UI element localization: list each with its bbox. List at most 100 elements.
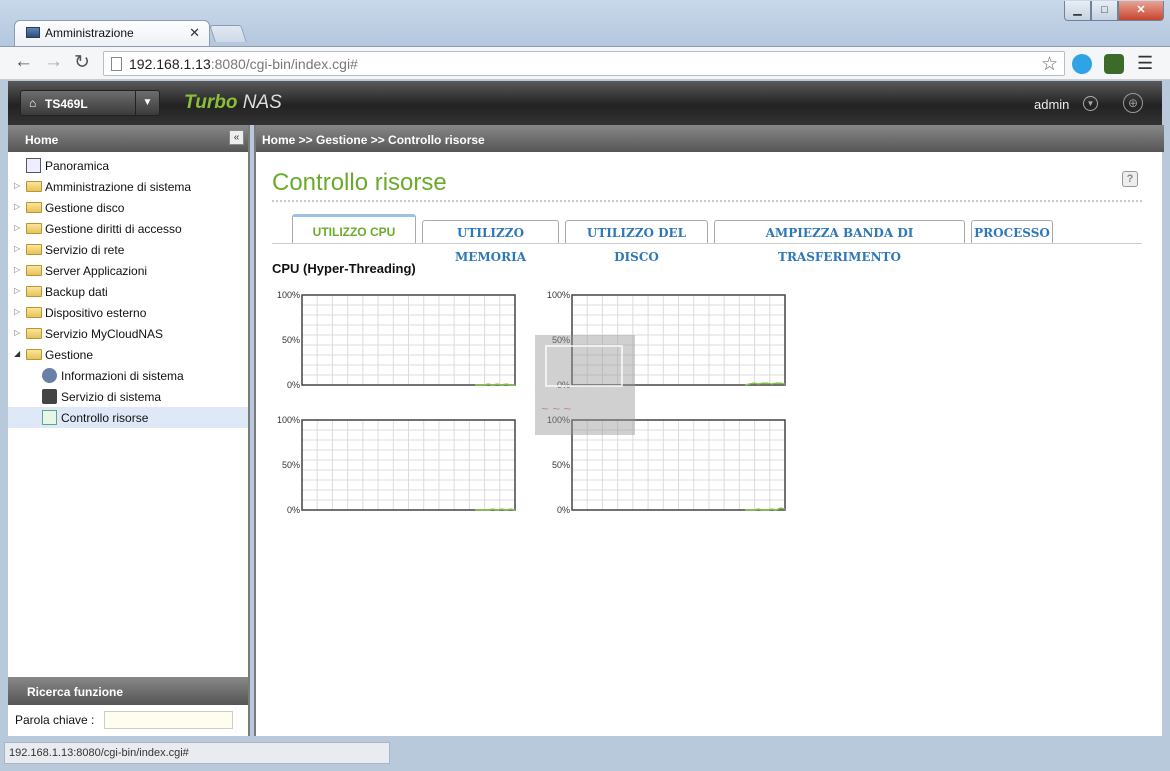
user-name[interactable]: admin xyxy=(1034,97,1069,112)
sidebar-item-informazioni-sistema[interactable]: Informazioni di sistema xyxy=(8,365,248,386)
collapse-sidebar-icon[interactable]: « xyxy=(229,130,244,145)
sidebar-item-servizio-rete[interactable]: ▷ Servizio di rete xyxy=(8,239,248,260)
folder-icon xyxy=(26,223,42,234)
browser-titlebar: Amministrazione ✕ ▁ □ ✕ xyxy=(0,0,1170,46)
forward-icon[interactable]: → xyxy=(44,51,63,73)
status-url: 192.168.1.13:8080/cgi-bin/index.cgi# xyxy=(4,742,390,764)
sidebar-item-panoramica[interactable]: Panoramica xyxy=(8,155,248,176)
y-tick-label: 0% xyxy=(557,505,570,515)
expand-arrow-icon[interactable]: ▷ xyxy=(14,265,20,274)
expand-arrow-icon[interactable]: ▷ xyxy=(14,307,20,316)
cpu-chart-3: 100% 50% 0% xyxy=(272,415,532,515)
folder-icon xyxy=(26,202,42,213)
maximize-button[interactable]: □ xyxy=(1091,1,1118,21)
cpu-usage-line xyxy=(475,383,515,386)
keyword-label: Parola chiave : xyxy=(15,713,95,727)
sidebar-item-label: Backup dati xyxy=(45,285,108,299)
sidebar-item-amministrazione[interactable]: ▷ Amministrazione di sistema xyxy=(8,176,248,197)
system-service-icon xyxy=(42,389,57,404)
back-icon[interactable]: ← xyxy=(14,51,33,73)
sidebar-item-gestione[interactable]: ◢ Gestione xyxy=(8,344,248,365)
sidebar-item-backup-dati[interactable]: ▷ Backup dati xyxy=(8,281,248,302)
address-bar[interactable]: 192.168.1.13:8080/cgi-bin/index.cgi# ☆ xyxy=(103,51,1065,76)
section-title: CPU (Hyper-Threading) xyxy=(272,261,416,276)
skype-extension-icon[interactable] xyxy=(1072,54,1092,74)
y-tick-label: 50% xyxy=(552,460,570,470)
system-info-icon xyxy=(42,368,57,383)
close-tab-icon[interactable]: ✕ xyxy=(189,25,200,41)
url-host: 192.168.1.13 xyxy=(129,56,211,72)
sidebar-item-label: Gestione diritti di accesso xyxy=(45,222,182,236)
expand-arrow-icon[interactable]: ▷ xyxy=(14,244,20,253)
page-title: Controllo risorse xyxy=(272,169,447,196)
language-globe-icon[interactable]: ⊕ xyxy=(1123,93,1143,113)
brand-nas: NAS xyxy=(237,92,282,113)
sidebar-item-server-applicazioni[interactable]: ▷ Server Applicazioni xyxy=(8,260,248,281)
collapse-arrow-icon[interactable]: ◢ xyxy=(14,349,20,358)
sidebar-item-label: Servizio di sistema xyxy=(61,390,162,404)
title-divider xyxy=(272,200,1142,202)
sidebar-item-label: Servizio di rete xyxy=(45,243,125,257)
brand-turbo: Turbo xyxy=(184,92,238,113)
y-tick-label: 100% xyxy=(277,290,300,300)
expand-arrow-icon[interactable]: ▷ xyxy=(14,181,20,190)
help-icon[interactable]: ? xyxy=(1122,171,1138,187)
sidebar-item-mycloudnas[interactable]: ▷ Servizio MyCloudNAS xyxy=(8,323,248,344)
app-header: ⌂ TS469L ▼ Turbo NAS admin ▼ ⊕ xyxy=(0,81,1170,125)
watermark-mark: ~ ~ ~ xyxy=(541,401,571,416)
menu-icon[interactable]: ☰ xyxy=(1137,53,1153,74)
url-text: 192.168.1.13:8080/cgi-bin/index.cgi# xyxy=(129,56,358,72)
folder-open-icon xyxy=(26,349,42,360)
new-tab-button[interactable] xyxy=(209,25,247,42)
folder-icon xyxy=(26,307,42,318)
expand-arrow-icon[interactable]: ▷ xyxy=(14,223,20,232)
folder-icon xyxy=(26,244,42,255)
brand-logo: Turbo NAS xyxy=(184,92,282,114)
sidebar-item-controllo-risorse[interactable]: Controllo risorse xyxy=(8,407,248,428)
sidebar-title-text: Home xyxy=(25,133,59,147)
sidebar-item-label: Amministrazione di sistema xyxy=(45,180,192,194)
sidebar-item-label: Gestione disco xyxy=(45,201,125,215)
function-search-title-text: Ricerca funzione xyxy=(27,685,124,699)
tab-process[interactable]: PROCESSO xyxy=(971,220,1053,244)
tabs-baseline xyxy=(272,243,1142,244)
keyword-input[interactable] xyxy=(104,711,233,729)
sidebar-item-gestione-disco[interactable]: ▷ Gestione disco xyxy=(8,197,248,218)
sidebar-title: Home xyxy=(8,125,248,152)
close-window-button[interactable]: ✕ xyxy=(1118,1,1164,21)
watermark-frame xyxy=(545,345,623,387)
tab-disk-usage[interactable]: UTILIZZO DEL DISCO xyxy=(565,220,708,264)
sidebar-item-label: Gestione xyxy=(45,348,94,362)
dropdown-arrow-icon[interactable]: ▼ xyxy=(135,91,159,115)
y-tick-label: 50% xyxy=(282,335,300,345)
tab-title: Amministrazione xyxy=(45,26,134,40)
sidebar-item-label: Server Applicazioni xyxy=(45,264,148,278)
folder-icon xyxy=(26,181,42,192)
user-dropdown-icon[interactable]: ▼ xyxy=(1083,96,1098,111)
tab-memory-usage[interactable]: UTILIZZO MEMORIA xyxy=(422,220,559,264)
sidebar: Home « Panoramica ▷ Amministrazione di s… xyxy=(8,125,250,736)
sidebar-item-servizio-sistema[interactable]: Servizio di sistema xyxy=(8,386,248,407)
expand-arrow-icon[interactable]: ▷ xyxy=(14,286,20,295)
browser-tab[interactable]: Amministrazione ✕ xyxy=(14,20,210,46)
folder-icon xyxy=(26,328,42,339)
breadcrumb: Home >> Gestione >> Controllo risorse xyxy=(256,125,1164,152)
y-tick-label: 50% xyxy=(282,460,300,470)
url-path: :8080/cgi-bin/index.cgi# xyxy=(210,56,358,72)
bookmark-star-icon[interactable]: ☆ xyxy=(1041,53,1058,76)
expand-arrow-icon[interactable]: ▷ xyxy=(14,328,20,337)
folder-icon xyxy=(26,265,42,276)
minimize-button[interactable]: ▁ xyxy=(1064,1,1091,21)
tab-bandwidth[interactable]: AMPIEZZA BANDA DI TRASFERIMENTO xyxy=(714,220,965,264)
sidebar-item-diritti-accesso[interactable]: ▷ Gestione diritti di accesso xyxy=(8,218,248,239)
extension-icon[interactable] xyxy=(1104,54,1124,74)
sidebar-item-label: Dispositivo esterno xyxy=(45,306,147,320)
expand-arrow-icon[interactable]: ▷ xyxy=(14,202,20,211)
sidebar-item-dispositivo-esterno[interactable]: ▷ Dispositivo esterno xyxy=(8,302,248,323)
tab-cpu-usage[interactable]: UTILIZZO CPU xyxy=(292,214,416,244)
home-icon: ⌂ xyxy=(29,96,37,110)
model-selector[interactable]: ⌂ TS469L ▼ xyxy=(20,90,160,116)
sidebar-item-label: Controllo risorse xyxy=(61,411,149,425)
reload-icon[interactable]: ↻ xyxy=(74,51,90,74)
sidebar-item-label: Servizio MyCloudNAS xyxy=(45,327,164,341)
